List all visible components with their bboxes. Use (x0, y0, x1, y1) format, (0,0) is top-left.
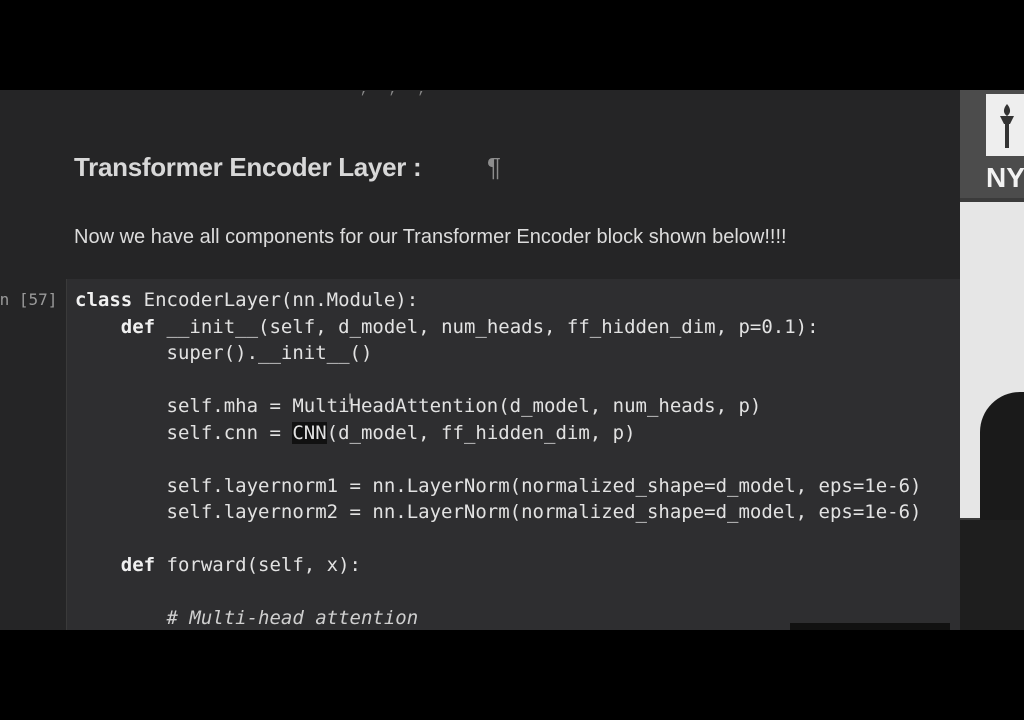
cell-prompt: In [57]: (0, 290, 60, 309)
presenter-video (960, 202, 1024, 522)
scroll-strip (790, 623, 950, 630)
video-sidebar: NYU (960, 90, 1024, 630)
anchor-link-icon[interactable]: ¶ (487, 152, 501, 183)
section-heading: Transformer Encoder Layer : (74, 152, 422, 182)
code-cell[interactable]: class EncoderLayer(nn.Module): def __ini… (66, 279, 960, 630)
text-cursor-icon: I (348, 392, 353, 408)
torch-icon (1000, 104, 1014, 148)
code-line: self.cnn = (75, 421, 293, 444)
code-line: self.layernorm1 = nn.LayerNorm(normalize… (75, 474, 922, 497)
markdown-text: Now we have all components for our Trans… (74, 226, 787, 248)
code-line: EncoderLayer(nn.Module): (132, 289, 419, 311)
code-line: __init__(self, d_model, num_heads, ff_hi… (155, 315, 819, 338)
previous-cell-fragment: , , , (360, 90, 433, 98)
code-line: (d_model, ff_hidden_dim, p) (326, 421, 636, 444)
video-letterbox-bottom (0, 630, 1024, 720)
code-keyword: class (75, 289, 133, 311)
video-bottom (960, 520, 1024, 630)
code-keyword: def (120, 315, 156, 338)
code-line: forward(self, x): (155, 554, 361, 576)
code-keyword: def (120, 554, 156, 576)
logo-text: NYU (986, 162, 1024, 193)
code-line: self.layernorm2 = nn.LayerNorm(normalize… (75, 501, 922, 523)
highlighted-token: CNN (292, 421, 327, 444)
code-comment: # Multi-head attention (166, 607, 419, 629)
notebook-area: , , , Transformer Encoder Layer : ¶ Now … (0, 90, 960, 630)
code-line: super().__init__() (75, 342, 373, 364)
code-line: self.mha = MultiHeadAttention(d_model, n… (75, 395, 762, 417)
video-letterbox-top (0, 0, 1024, 90)
presenter-silhouette (980, 392, 1024, 522)
code-editor[interactable]: class EncoderLayer(nn.Module): def __ini… (75, 287, 921, 630)
university-logo: NYU (960, 90, 1024, 198)
